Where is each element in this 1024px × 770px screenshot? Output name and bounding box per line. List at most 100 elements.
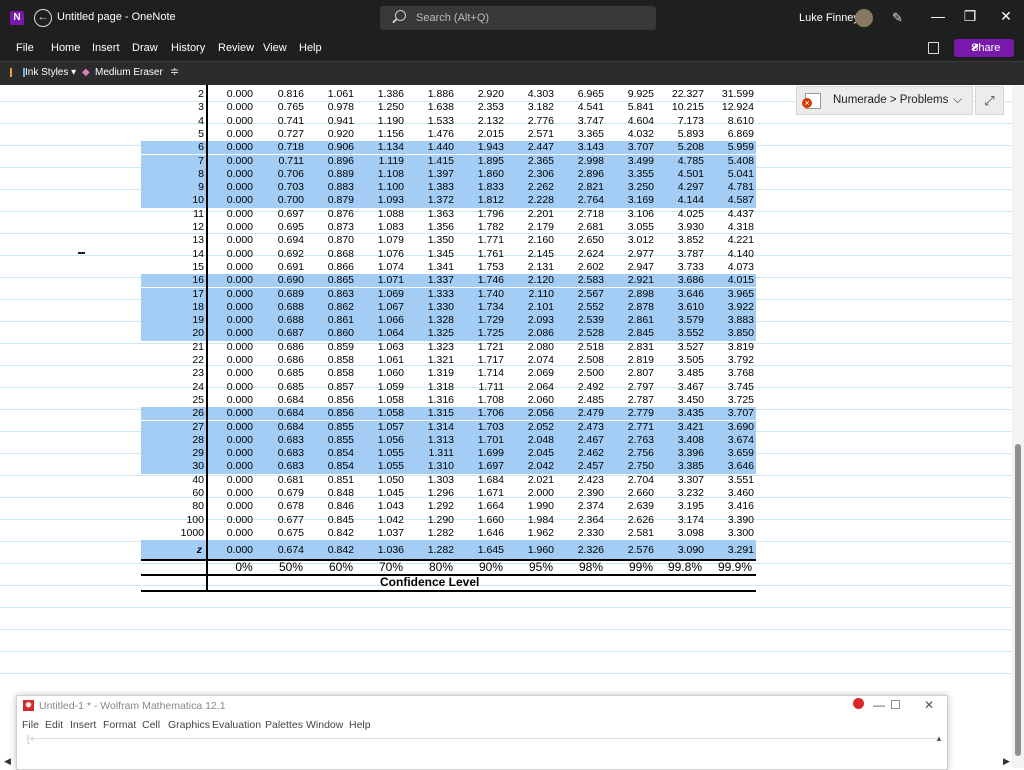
mathematica-restore-button[interactable]: ☐ [890, 698, 901, 712]
value-cell: 1.071 [377, 274, 404, 287]
mm-menu-palettes[interactable]: Palettes [265, 719, 303, 731]
pen-icon[interactable]: ✎ [892, 10, 903, 26]
close-button[interactable]: ✕ [996, 8, 1016, 25]
df-cell: 6 [198, 141, 204, 154]
value-cell: 1.363 [427, 207, 454, 220]
df-cell: 19 [192, 314, 204, 327]
value-cell: 4.032 [627, 127, 654, 140]
value-cell: 2.797 [627, 380, 654, 393]
value-cell: 2.750 [627, 460, 654, 473]
df-cell: 9 [198, 181, 204, 194]
df-cell: 29 [192, 447, 204, 460]
value-cell: 2.660 [627, 487, 654, 499]
z-value-cell: 2.576 [627, 544, 654, 556]
notebook-icon[interactable] [928, 42, 939, 54]
value-cell: 3.435 [677, 407, 704, 420]
user-name[interactable]: Luke Finney [799, 12, 859, 24]
menu-home[interactable]: Home [51, 42, 80, 54]
value-cell: 2.920 [477, 88, 504, 100]
value-cell: 0.677 [277, 513, 304, 526]
chevron-down-icon[interactable]: ⌵ [953, 92, 962, 107]
mm-menu-file[interactable]: File [22, 719, 39, 731]
value-cell: 0.700 [277, 194, 304, 207]
value-cell: 1.984 [527, 513, 554, 526]
mm-menu-cell[interactable]: Cell [142, 719, 160, 731]
mm-menu-format[interactable]: Format [103, 719, 136, 731]
menu-insert[interactable]: Insert [92, 42, 120, 54]
scroll-right-arrow[interactable]: ▶ [1003, 756, 1010, 767]
value-cell: 1.746 [477, 274, 504, 287]
value-cell: 5.408 [727, 154, 754, 167]
z-value-cell: 1.282 [427, 544, 454, 556]
mm-menu-edit[interactable]: Edit [45, 719, 63, 731]
menu-file[interactable]: File [16, 42, 34, 54]
restore-button[interactable]: ❐ [960, 8, 980, 25]
back-button[interactable]: ← [34, 9, 52, 27]
confidence-column-header: 70% [378, 560, 404, 574]
value-cell: 0.000 [226, 101, 253, 114]
confidence-column-header: 50% [278, 560, 304, 574]
notebook-area[interactable] [26, 738, 937, 743]
scroll-left-arrow[interactable]: ◀ [4, 756, 11, 767]
mm-menu-graphics[interactable]: Graphics [168, 719, 210, 731]
value-cell: 3.174 [677, 513, 704, 526]
mm-scroll-up-arrow[interactable]: ▲ [935, 734, 943, 743]
avatar[interactable] [855, 9, 873, 27]
value-cell: 2.145 [527, 247, 554, 260]
mathematica-close-button[interactable]: ✕ [924, 698, 934, 712]
value-cell: 1.037 [377, 526, 404, 539]
expand-icon[interactable]: ⤢ [975, 86, 1004, 115]
menu-help[interactable]: Help [299, 42, 322, 54]
mathematica-notification-icon[interactable] [853, 698, 864, 709]
mm-menu-help[interactable]: Help [349, 719, 371, 731]
mm-menu-insert[interactable]: Insert [70, 719, 96, 731]
value-cell: 0.711 [278, 154, 305, 167]
value-cell: 0.000 [226, 181, 253, 194]
z-value-cell: 1.036 [377, 544, 404, 556]
more-options-icon[interactable]: ≑ [170, 65, 179, 78]
value-cell: 3.300 [727, 526, 754, 539]
value-cell: 0.692 [277, 247, 304, 260]
value-cell: 0.000 [226, 327, 253, 340]
menu-view[interactable]: View [263, 42, 287, 54]
value-cell: 1.064 [377, 327, 404, 340]
value-cell: 2.457 [577, 460, 604, 473]
value-cell: 3.307 [677, 473, 704, 486]
value-cell: 1.119 [378, 154, 405, 167]
page-canvas[interactable]: 2 0.000 0.816 1.061 1.386 1.886 2.920 4.303 6.96… [0, 85, 1012, 695]
value-cell: 2.581 [627, 526, 654, 539]
value-cell: 2.779 [627, 407, 654, 420]
value-cell: 0.845 [327, 513, 354, 526]
value-cell: 3.745 [727, 380, 754, 393]
z-value-cell: 0.000 [226, 544, 253, 556]
value-cell: 2.467 [577, 433, 604, 446]
value-cell: 0.765 [277, 101, 304, 114]
mm-menu-evaluation[interactable]: Evaluation [212, 719, 261, 731]
mathematica-window[interactable]: ✹ Untitled-1 * - Wolfram Mathematica 12.… [16, 695, 948, 770]
value-cell: 0.694 [277, 234, 304, 247]
minimize-button[interactable]: — [928, 8, 948, 24]
value-cell: 0.000 [226, 447, 253, 460]
numerade-breadcrumb[interactable]: Numerade > Problems ⌵ [796, 86, 973, 115]
mm-menu-window[interactable]: Window [306, 719, 343, 731]
menu-review[interactable]: Review [218, 42, 254, 54]
z-value-cell: 2.326 [577, 544, 604, 556]
share-button[interactable]: ⬈ Share [954, 39, 1014, 57]
menu-draw[interactable]: Draw [132, 42, 158, 54]
value-cell: 1.833 [477, 181, 504, 194]
value-cell: 0.854 [327, 447, 354, 460]
value-cell: 3.610 [677, 300, 704, 313]
menu-history[interactable]: History [171, 42, 205, 54]
value-cell: 0.691 [277, 260, 304, 273]
value-cell: 2.048 [527, 433, 554, 446]
value-cell: 0.681 [277, 473, 304, 486]
mathematica-minimize-button[interactable]: — [873, 698, 885, 712]
ink-styles-button[interactable]: Ink Styles ▾ [25, 67, 76, 78]
value-cell: 2.160 [527, 234, 554, 247]
scrollbar-thumb[interactable] [1015, 444, 1021, 756]
value-cell: 1.057 [377, 420, 404, 433]
df-cell: 25 [192, 393, 204, 406]
medium-eraser-button[interactable]: Medium Eraser [95, 67, 163, 78]
search-placeholder[interactable]: Search (Alt+Q) [416, 12, 489, 24]
value-cell: 0.679 [277, 487, 304, 499]
